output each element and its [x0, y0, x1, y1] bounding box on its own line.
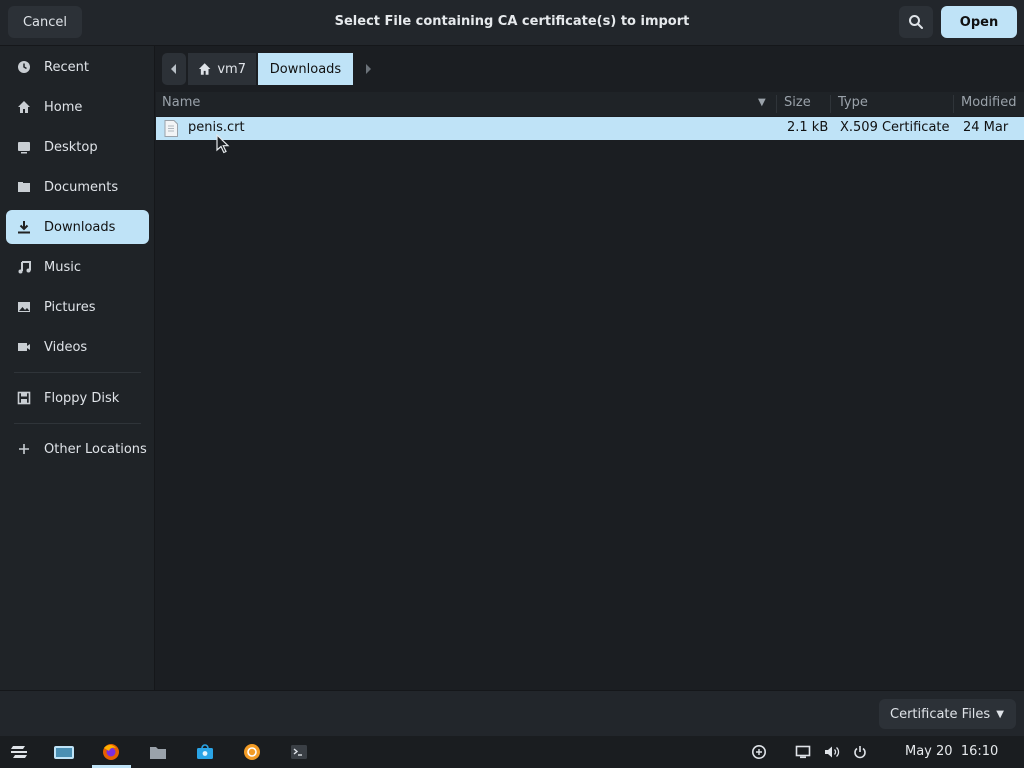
column-name[interactable]: Name	[162, 92, 200, 116]
dialog-title: Select File containing CA certificate(s)…	[334, 14, 690, 29]
sidebar-item-downloads[interactable]: Downloads	[6, 210, 149, 244]
display-icon[interactable]	[791, 740, 815, 764]
taskbar: May 20 16:10	[0, 736, 1024, 768]
sidebar-item-videos[interactable]: Videos	[6, 330, 149, 364]
files-icon[interactable]	[146, 740, 170, 764]
sidebar-separator	[14, 423, 141, 424]
sidebar-separator	[14, 372, 141, 373]
column-type[interactable]: Type	[838, 92, 868, 116]
volume-icon[interactable]	[820, 740, 844, 764]
file-filter-dropdown[interactable]: Certificate Files ▼	[879, 699, 1016, 729]
power-icon[interactable]	[848, 740, 872, 764]
path-segment-downloads[interactable]: Downloads	[258, 53, 353, 85]
column-divider	[953, 95, 954, 113]
column-size[interactable]: Size	[784, 92, 811, 116]
open-button[interactable]: Open	[941, 6, 1017, 38]
sidebar-item-documents[interactable]: Documents	[6, 170, 149, 204]
sidebar-item-recent[interactable]: Recent	[6, 50, 149, 84]
sidebar-item-label: Music	[44, 259, 81, 275]
filter-label: Certificate Files	[890, 706, 991, 722]
chevron-left-icon	[171, 64, 176, 74]
firefox-icon[interactable]	[99, 740, 123, 764]
sidebar-item-label: Videos	[44, 339, 88, 355]
sidebar-item-other-locations[interactable]: Other Locations	[6, 432, 149, 466]
clock[interactable]: May 20 16:10	[905, 736, 998, 768]
chevron-right-icon	[366, 64, 371, 74]
videos-icon	[16, 339, 32, 355]
home-icon	[198, 63, 211, 75]
table-row[interactable]: penis.crt 2.1 kB X.509 Certificate 24 Ma…	[156, 117, 1024, 140]
sidebar-item-label: Downloads	[44, 219, 116, 235]
sidebar-item-label: Other Locations	[44, 441, 147, 457]
bottom-bar: Certificate Files ▼	[0, 690, 1024, 736]
sidebar-item-desktop[interactable]: Desktop	[6, 130, 149, 164]
file-size: 2.1 kB	[787, 120, 829, 135]
cancel-button[interactable]: Cancel	[8, 6, 82, 38]
sort-descending-icon[interactable]: ▼	[758, 92, 766, 116]
file-chooser-dialog: Cancel Select File containing CA certifi…	[0, 0, 1024, 736]
terminal-icon[interactable]	[287, 740, 311, 764]
file-type: X.509 Certificate	[840, 120, 950, 135]
software-store-icon[interactable]	[193, 740, 217, 764]
zorin-menu-icon[interactable]	[7, 740, 31, 764]
sidebar-item-label: Home	[44, 99, 83, 115]
sync-icon[interactable]	[747, 740, 771, 764]
file-icon	[164, 120, 178, 137]
column-header: Name ▼ Size Type Modified	[156, 92, 1024, 116]
chevron-down-icon: ▼	[996, 708, 1004, 720]
mouse-pointer-icon	[216, 134, 230, 154]
column-divider	[830, 95, 831, 113]
sidebar-item-label: Floppy Disk	[44, 390, 120, 406]
home-icon	[16, 99, 32, 115]
floppy-icon	[16, 390, 32, 406]
sidebar-item-floppy-disk[interactable]: Floppy Disk	[6, 381, 149, 415]
sidebar-item-pictures[interactable]: Pictures	[6, 290, 149, 324]
clock-icon	[16, 59, 32, 75]
path-bar: vm7 Downloads	[156, 46, 1024, 92]
column-divider	[776, 95, 777, 113]
sidebar-item-label: Desktop	[44, 139, 98, 155]
documents-icon	[16, 179, 32, 195]
desktop-icon	[16, 139, 32, 155]
download-icon	[16, 219, 32, 235]
sidebar-item-music[interactable]: Music	[6, 250, 149, 284]
header-bar: Cancel Select File containing CA certifi…	[0, 0, 1024, 46]
places-sidebar: Recent Home Desktop Documents Downloads	[0, 46, 155, 690]
sidebar-item-label: Pictures	[44, 299, 96, 315]
file-list: Name ▼ Size Type Modified penis.crt 2.1 …	[156, 92, 1024, 690]
sidebar-item-label: Recent	[44, 59, 89, 75]
path-back-button[interactable]	[162, 53, 186, 85]
column-modified[interactable]: Modified	[961, 92, 1016, 116]
plus-icon	[16, 441, 32, 457]
path-forward-button[interactable]	[356, 53, 380, 85]
search-icon	[909, 15, 923, 29]
workspace-icon[interactable]	[52, 740, 76, 764]
file-modified: 24 Mar	[963, 120, 1009, 135]
pictures-icon	[16, 299, 32, 315]
ubuntu-software-icon[interactable]	[240, 740, 264, 764]
path-segment-label: Downloads	[269, 61, 342, 77]
sidebar-item-home[interactable]: Home	[6, 90, 149, 124]
music-icon	[16, 259, 32, 275]
path-segment-label: vm7	[217, 61, 246, 77]
sidebar-item-label: Documents	[44, 179, 119, 195]
search-button[interactable]	[899, 6, 933, 38]
path-segment-home[interactable]: vm7	[188, 53, 256, 85]
